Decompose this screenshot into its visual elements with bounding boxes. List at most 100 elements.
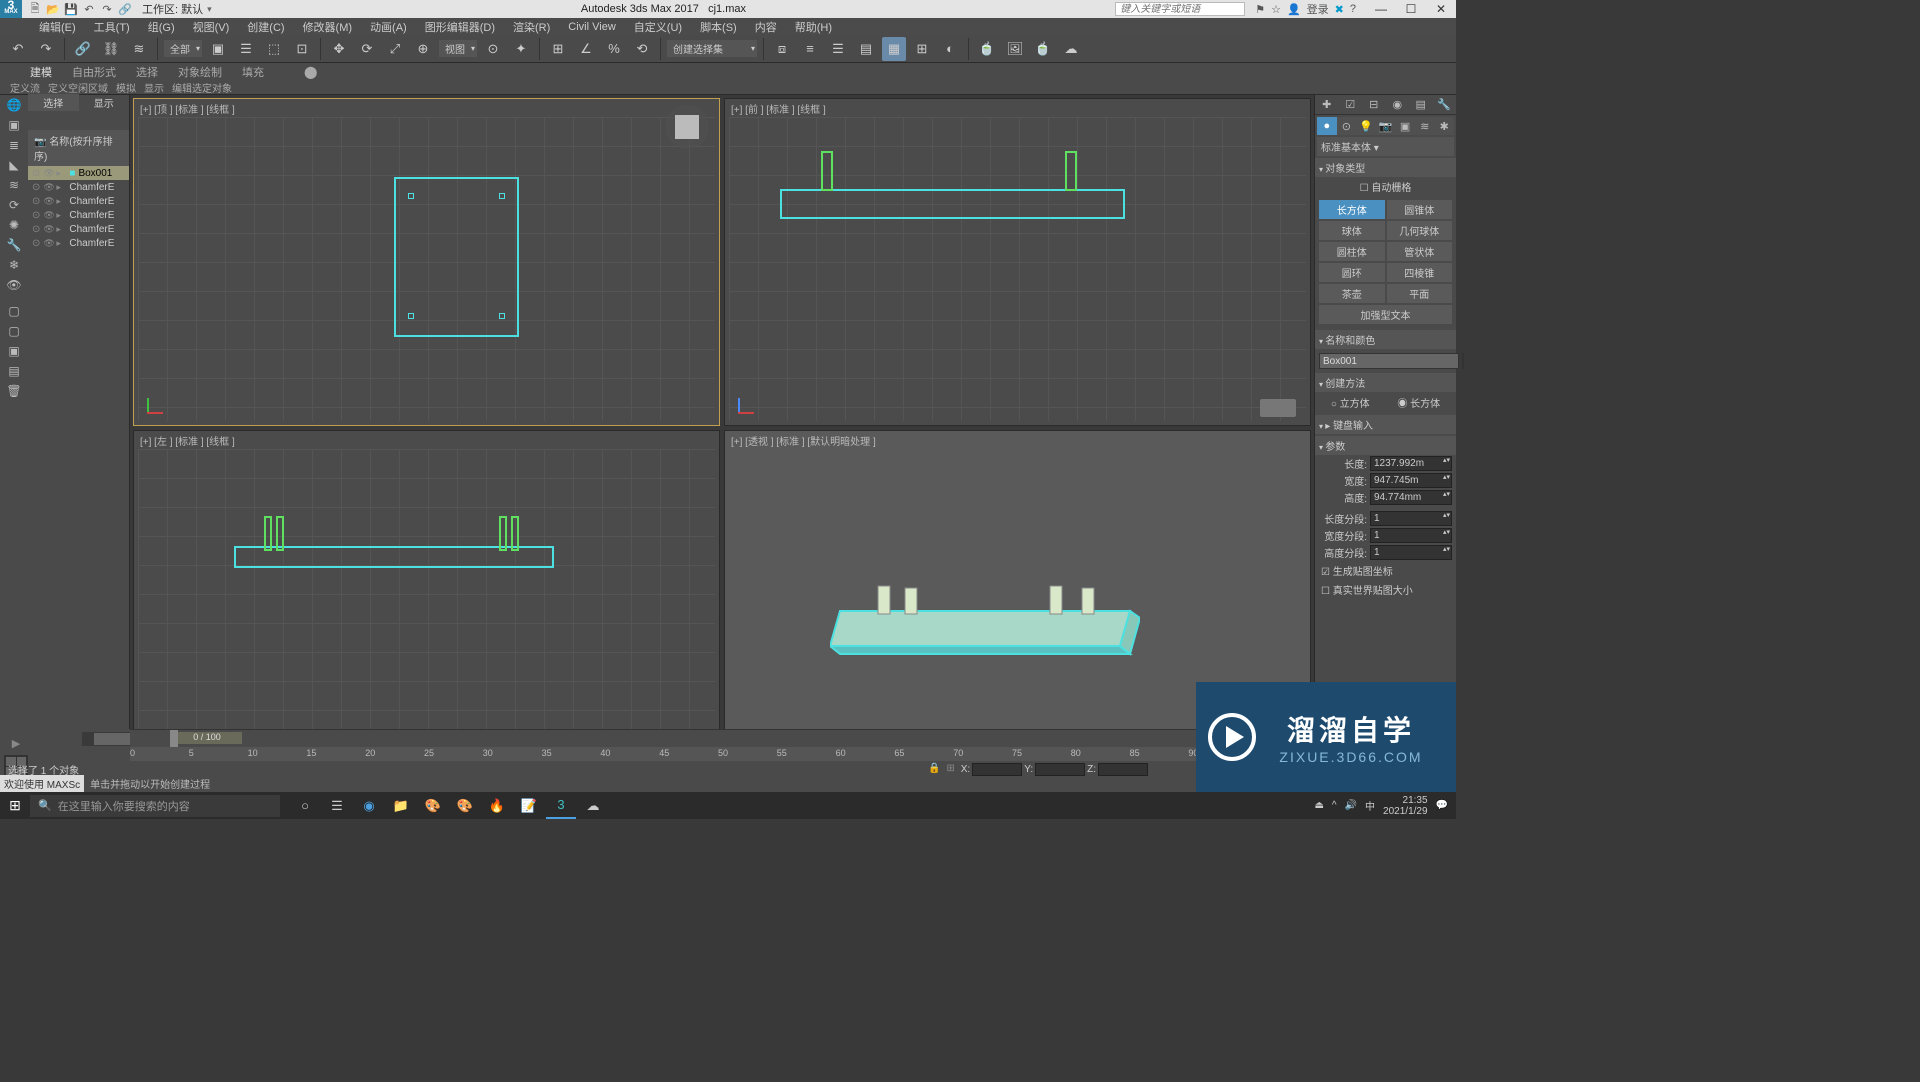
help-icon[interactable]: ? [1350, 3, 1356, 15]
spin-length[interactable]: 1237.992m [1370, 456, 1452, 471]
viewcube-top[interactable] [665, 105, 709, 149]
cmd-tab-display-icon[interactable]: ▤ [1409, 95, 1433, 114]
spin-hseg[interactable]: 1 [1370, 545, 1452, 560]
scene-item-3[interactable]: ⊙👁▸ChamferE [28, 208, 129, 222]
scene-item-2[interactable]: ⊙👁▸ChamferE [28, 194, 129, 208]
task-app1-icon[interactable]: 🎨 [418, 792, 448, 819]
cmd-tab-hierarchy-icon[interactable]: ⊟ [1362, 95, 1386, 114]
chk-gen-uvw[interactable]: ☑ 生成贴图坐标 [1315, 561, 1456, 580]
ribbon-toggle-icon[interactable]: ⬤ [304, 65, 317, 79]
object-name-input[interactable] [1319, 353, 1459, 369]
rollout-object-type[interactable]: 对象类型 [1315, 158, 1456, 177]
btn-cone[interactable]: 圆锥体 [1387, 200, 1453, 219]
menu-group[interactable]: 组(G) [139, 19, 184, 35]
cat-geometry-icon[interactable]: ● [1317, 117, 1337, 135]
lt-sq1-icon[interactable]: ▢ [2, 302, 26, 320]
qat-redo-icon[interactable]: ↷ [100, 2, 114, 16]
ribbon-sub-1[interactable]: 定义流 [10, 80, 40, 95]
ribbon-tab-modeling[interactable]: 建模 [30, 64, 52, 80]
task-cortana-icon[interactable]: ○ [290, 792, 320, 819]
btn-tube[interactable]: 管状体 [1387, 242, 1453, 261]
task-explorer-icon[interactable]: 📁 [386, 792, 416, 819]
frame-indicator[interactable]: 0 / 100 [172, 732, 242, 744]
start-button[interactable]: ⊞ [0, 792, 30, 819]
lt-gear-icon[interactable]: ✺ [2, 216, 26, 234]
qat-new-icon[interactable]: 🗎 [28, 2, 42, 16]
user-icon[interactable]: 👤 [1287, 3, 1301, 16]
cat-cameras-icon[interactable]: 📷 [1376, 117, 1396, 135]
redo-icon[interactable]: ↷ [34, 37, 58, 61]
lt-layer-icon[interactable]: ≣ [2, 136, 26, 154]
coord-z-input[interactable] [1098, 763, 1148, 776]
ribbon-tab-populate[interactable]: 填充 [242, 64, 264, 80]
named-sel-set[interactable]: 创建选择集 [667, 40, 757, 57]
window-crossing-icon[interactable]: ⊡ [290, 37, 314, 61]
maxscript-label[interactable]: 欢迎使用 MAXSc [0, 775, 84, 792]
ribbon-tab-selection[interactable]: 选择 [136, 64, 158, 80]
btn-teapot[interactable]: 茶壶 [1319, 284, 1385, 303]
rotate-icon[interactable]: ⟳ [355, 37, 379, 61]
link-icon[interactable]: 🔗 [71, 37, 95, 61]
move-icon[interactable]: ✥ [327, 37, 351, 61]
select-region-icon[interactable]: ⬚ [262, 37, 286, 61]
lt-sq3-icon[interactable]: ▣ [2, 342, 26, 360]
vp-persp-label[interactable]: [+] [透视 ] [标准 ] [默认明暗处理 ] [731, 433, 876, 448]
time-slider[interactable]: 0 / 100 [130, 729, 1306, 747]
task-app2-icon[interactable]: 🎨 [450, 792, 480, 819]
render-cloud-icon[interactable]: ☁ [1059, 37, 1083, 61]
tray-hidden-icon[interactable]: ⏏ [1314, 800, 1323, 811]
rollout-creation[interactable]: 创建方法 [1315, 373, 1456, 392]
scale-icon[interactable]: ⤢ [383, 37, 407, 61]
chk-real-world[interactable]: ☐ 真实世界贴图大小 [1315, 580, 1456, 599]
material-icon[interactable]: ◐ [938, 37, 962, 61]
spin-lseg[interactable]: 1 [1370, 511, 1452, 526]
infocenter-icon[interactable]: ⚑ [1255, 3, 1265, 16]
ribbon-tab-freeform[interactable]: 自由形式 [72, 64, 116, 80]
vp-front-homegrid[interactable] [1260, 399, 1296, 417]
ribbon-tab-objpaint[interactable]: 对象绘制 [178, 64, 222, 80]
vp-top-label[interactable]: [+] [顶 ] [标准 ] [线框 ] [140, 101, 235, 116]
timeconfig-icon[interactable]: ▶ [4, 731, 28, 755]
menu-animation[interactable]: 动画(A) [361, 19, 416, 35]
workspace-selector[interactable]: 工作区: 默认 [138, 1, 207, 17]
menu-view[interactable]: 视图(V) [184, 19, 239, 35]
btn-geosphere[interactable]: 几何球体 [1387, 221, 1453, 240]
cat-space-icon[interactable]: ≋ [1415, 117, 1435, 135]
menu-create[interactable]: 创建(C) [238, 19, 293, 35]
tray-ime-icon[interactable]: 中 [1365, 798, 1375, 813]
lt-globe-icon[interactable]: 🌐 [2, 96, 26, 114]
menu-edit[interactable]: 编辑(E) [30, 19, 85, 35]
menu-tools[interactable]: 工具(T) [85, 19, 139, 35]
cmd-tab-utilities-icon[interactable]: 🔧 [1433, 95, 1457, 114]
lt-arrow-icon[interactable]: ◣ [2, 156, 26, 174]
close-button[interactable]: ✕ [1426, 2, 1456, 16]
scene-item-5[interactable]: ⊙👁▸ChamferE [28, 236, 129, 250]
qat-save-icon[interactable]: 💾 [64, 2, 78, 16]
spin-wseg[interactable]: 1 [1370, 528, 1452, 543]
selection-filter[interactable]: 全部 [164, 40, 202, 57]
undo-icon[interactable]: ↶ [6, 37, 30, 61]
lt-sq4-icon[interactable]: ▤ [2, 362, 26, 380]
scene-item-box001[interactable]: ⊙👁▸■Box001 [28, 166, 129, 180]
coord-x-input[interactable] [972, 763, 1022, 776]
rollout-params[interactable]: 参数 [1315, 436, 1456, 455]
lt-trash-icon[interactable]: 🗑 [2, 382, 26, 400]
align-icon[interactable]: ≡ [798, 37, 822, 61]
bind-icon[interactable]: ≋ [127, 37, 151, 61]
viewport-top[interactable]: [+] [顶 ] [标准 ] [线框 ] [133, 98, 720, 426]
lt-snow-icon[interactable]: ❄ [2, 256, 26, 274]
task-app3-icon[interactable]: 📝 [514, 792, 544, 819]
btn-box[interactable]: 长方体 [1319, 200, 1385, 219]
cat-shapes-icon[interactable]: ⊙ [1337, 117, 1357, 135]
lt-wrench-icon[interactable]: 🔧 [2, 236, 26, 254]
create-subcategory[interactable]: 标准基本体 ▾ [1317, 137, 1454, 156]
layers-icon[interactable]: ☰ [826, 37, 850, 61]
autogrid-check[interactable]: ☐ 自动栅格 [1315, 177, 1456, 196]
rollout-keyboard[interactable]: ▸ 键盘输入 [1315, 415, 1456, 434]
placement-icon[interactable]: ⊕ [411, 37, 435, 61]
radio-cube[interactable]: ○ 立方体 [1331, 395, 1370, 410]
vp-front-box[interactable] [780, 189, 1125, 219]
viewport-front[interactable]: [+] [前 ] [标准 ] [线框 ] [724, 98, 1311, 426]
btn-plane[interactable]: 平面 [1387, 284, 1453, 303]
vp-front-label[interactable]: [+] [前 ] [标准 ] [线框 ] [731, 101, 826, 116]
